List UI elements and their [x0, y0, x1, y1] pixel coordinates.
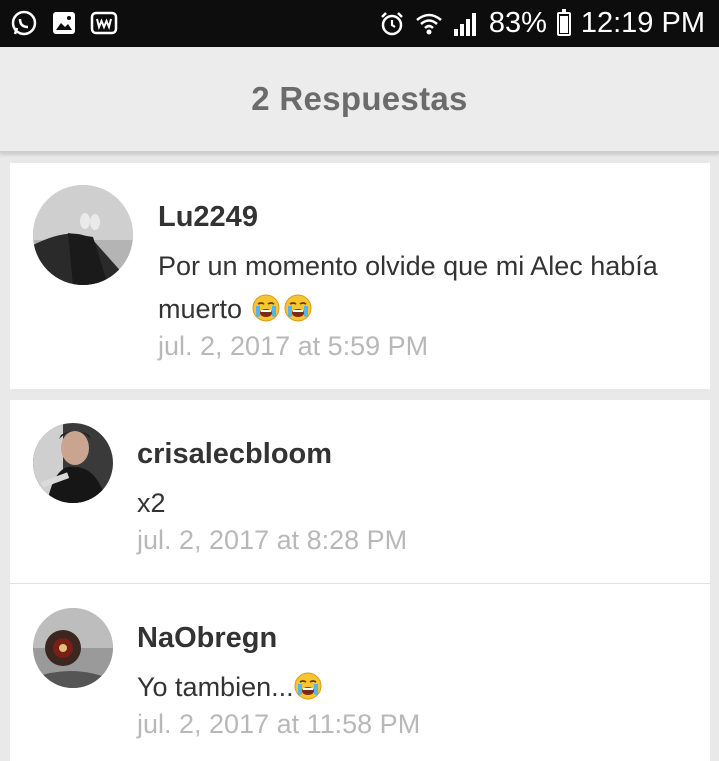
- comment-timestamp: jul. 2, 2017 at 11:58 PM: [137, 709, 421, 739]
- comment-timestamp: jul. 2, 2017 at 8:28 PM: [137, 525, 408, 555]
- comment-card: crisalecbloom x2 jul. 2, 2017 at 8:28 PM…: [10, 400, 710, 761]
- clock: 12:19 PM: [580, 7, 705, 39]
- comment-item[interactable]: Lu2249 Por un momento olvide que mi Alec…: [10, 163, 710, 389]
- wifi-icon: [416, 13, 442, 34]
- comment-text-line: Por un momento olvide que mi Alec había: [158, 251, 658, 281]
- comment-text: Por un momento olvide que mi Alec había …: [158, 245, 698, 331]
- battery-percent: 83%: [488, 7, 547, 39]
- comment-text-fragment: Yo tambien...: [137, 672, 294, 702]
- comment-author[interactable]: NaObregn: [137, 622, 277, 655]
- comment-item[interactable]: NaObregn Yo tambien... jul. 2, 2017 at 1…: [10, 584, 710, 761]
- comment-author[interactable]: Lu2249: [158, 201, 258, 234]
- app-header: 2 Respuestas: [0, 47, 719, 153]
- page-title: 2 Respuestas: [251, 80, 468, 117]
- notification-icons: [10, 9, 118, 37]
- avatar[interactable]: [33, 423, 113, 503]
- alarm-icon: [380, 11, 403, 35]
- comment-item[interactable]: crisalecbloom x2 jul. 2, 2017 at 8:28 PM: [10, 400, 710, 583]
- comment-text: Yo tambien...: [137, 666, 322, 709]
- whatsapp-icon: [11, 10, 37, 36]
- battery-level: [559, 15, 568, 33]
- battery-icon: [556, 8, 571, 36]
- wattpad-icon: [90, 11, 118, 35]
- avatar[interactable]: [33, 608, 113, 688]
- comment-timestamp: jul. 2, 2017 at 5:59 PM: [158, 331, 429, 361]
- crying-emoji-icon: [284, 294, 312, 322]
- crying-emoji-icon: [252, 294, 280, 322]
- system-status: 83% 12:19 PM: [379, 0, 705, 47]
- comment-text-fragment: muerto: [158, 294, 243, 324]
- comment-text-line: muerto: [158, 288, 698, 331]
- crying-emoji-icon: [294, 672, 322, 700]
- avatar[interactable]: [33, 185, 133, 285]
- comment-author[interactable]: crisalecbloom: [137, 438, 332, 471]
- signal-icon: [453, 12, 476, 36]
- comment-text: x2: [137, 488, 166, 518]
- status-bar: 83% 12:19 PM: [0, 0, 719, 47]
- gallery-icon: [53, 12, 75, 34]
- comment-card: Lu2249 Por un momento olvide que mi Alec…: [10, 163, 710, 389]
